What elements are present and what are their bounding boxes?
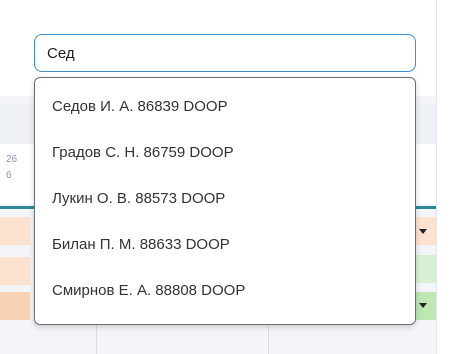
table-cell — [0, 292, 30, 320]
date-fragment: 26 — [6, 154, 18, 165]
suggestion-item[interactable]: Лукин О. В. 88573 DOOP — [35, 176, 415, 222]
chevron-down-icon[interactable] — [419, 303, 427, 308]
date-fragment: 6 — [6, 170, 12, 181]
search-field-wrapper — [34, 34, 416, 72]
suggestion-item[interactable]: Седов И. А. 86839 DOOP — [35, 84, 415, 130]
autocomplete-dropdown: Седов И. А. 86839 DOOP Градов С. Н. 8675… — [34, 77, 416, 325]
suggestion-item[interactable]: Билан П. М. 88633 DOOP — [35, 222, 415, 268]
table-cell — [0, 217, 30, 245]
status-cell[interactable] — [416, 255, 436, 283]
grid-line — [268, 325, 269, 354]
table-cell — [0, 257, 30, 285]
grid-line — [96, 325, 97, 354]
search-input[interactable] — [34, 34, 416, 72]
right-panel — [436, 0, 460, 354]
chevron-down-icon[interactable] — [419, 229, 427, 234]
suggestion-item[interactable]: Градов С. Н. 86759 DOOP — [35, 130, 415, 176]
suggestion-item[interactable]: Смирнов Е. А. 88808 DOOP — [35, 268, 415, 314]
